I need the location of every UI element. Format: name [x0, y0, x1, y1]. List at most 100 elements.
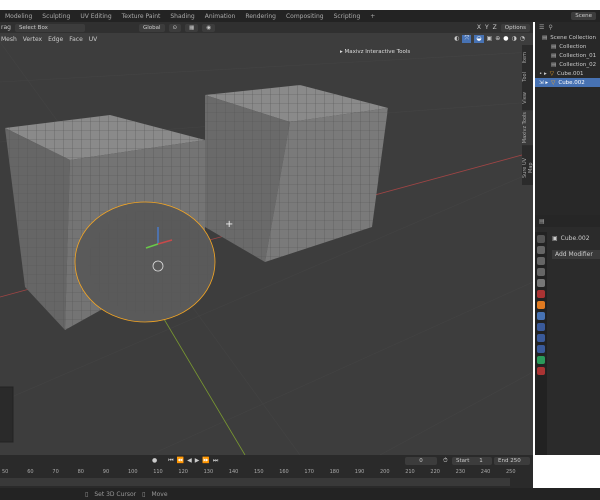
select-mode-dropdown[interactable]: Select Box	[14, 23, 85, 32]
outliner-item[interactable]: ▤ Collection_01	[535, 51, 600, 60]
gizmo-toggle-icon[interactable]: ⤧	[462, 35, 472, 43]
timeline[interactable]: ● ⏮ ⏪ ◀ ▶ ⏩ ⏭ 0 ⏱ Start 1 End 250 50 60 70…	[0, 455, 533, 488]
item-label: Scene Collection	[550, 34, 596, 41]
add-workspace-button[interactable]: +	[365, 13, 380, 20]
axis-z[interactable]: Z	[493, 24, 497, 31]
axis-y[interactable]: Y	[485, 24, 489, 31]
proportional-edit-icon[interactable]: ◉	[202, 23, 216, 32]
shading-solid-icon[interactable]: ●	[503, 35, 508, 43]
timeline-track[interactable]	[0, 478, 510, 486]
stopwatch-icon[interactable]: ⏱	[443, 457, 448, 465]
mouse-right-icon: ▯	[142, 490, 146, 498]
tab-sure-uv-map[interactable]: Sure UV Map	[522, 150, 534, 185]
tab-modeling[interactable]: Modeling	[0, 13, 37, 20]
object-name[interactable]: Cube.002	[561, 235, 590, 242]
tab-tool[interactable]: Tool	[522, 70, 533, 84]
record-icon[interactable]: ●	[152, 457, 157, 465]
object-icon: ▣	[552, 235, 558, 242]
tab-rendering[interactable]: Rendering	[240, 13, 281, 20]
material-tab-icon[interactable]	[537, 367, 545, 375]
view-object-types-icon[interactable]: ◐	[454, 35, 459, 43]
view-layer-tab-icon[interactable]	[537, 268, 545, 276]
boolean-hole	[74, 201, 216, 323]
tab-item[interactable]: Item	[522, 50, 533, 65]
modifier-tab-icon[interactable]	[537, 312, 545, 320]
play-reverse-icon[interactable]: ◀	[187, 457, 192, 465]
shading-rendered-icon[interactable]: ◔	[520, 35, 525, 43]
next-keyframe-icon[interactable]: ⏩	[202, 457, 209, 465]
tab-texture-paint[interactable]: Texture Paint	[117, 13, 166, 20]
scene-selector[interactable]: Scene	[571, 12, 596, 20]
frame-tick: 150	[254, 469, 264, 475]
frame-tick: 220	[430, 469, 440, 475]
jump-end-icon[interactable]: ⏭	[213, 457, 218, 465]
tab-shading[interactable]: Shading	[165, 13, 199, 20]
outliner-item-selected[interactable]: ⇲ ▸ ▽ Cube.002	[535, 78, 600, 87]
expand-icon[interactable]: ⇲ ▸	[539, 80, 548, 86]
frame-tick: 190	[354, 469, 365, 475]
axis-x[interactable]: X	[477, 24, 481, 31]
start-frame-field[interactable]: Start 1	[452, 457, 492, 465]
add-modifier-button[interactable]: Add Modifier	[552, 250, 600, 259]
snap-icon[interactable]: ▦	[185, 23, 199, 32]
frame-tick: 180	[329, 469, 340, 475]
item-label: Collection	[559, 43, 587, 50]
expand-icon[interactable]: • ▸	[539, 71, 547, 77]
tab-compositing[interactable]: Compositing	[281, 13, 329, 20]
3d-viewport[interactable]: +	[0, 22, 533, 455]
output-tab-icon[interactable]	[537, 257, 545, 265]
shading-wireframe-icon[interactable]: ⊕	[495, 35, 500, 43]
shading-material-icon[interactable]: ◑	[512, 35, 517, 43]
viewport-header: Mesh Vertex Edge Face UV ◐ ⤧ ◒ ▣ ⊕ ● ◑ ◔	[0, 33, 533, 45]
menu-mesh[interactable]: Mesh	[1, 36, 17, 43]
data-tab-icon[interactable]	[537, 356, 545, 364]
menu-vertex[interactable]: Vertex	[23, 36, 42, 43]
collection-icon: ▤	[542, 34, 548, 41]
tab-animation[interactable]: Animation	[200, 13, 241, 20]
pivot-icon[interactable]: ⊙	[168, 23, 182, 32]
3d-cursor-icon: +	[225, 219, 233, 230]
tab-scripting[interactable]: Scripting	[329, 13, 366, 20]
outliner-item[interactable]: ▤ Collection_02	[535, 60, 600, 69]
tool-tab-icon[interactable]	[537, 235, 545, 243]
scene-tab-icon[interactable]	[537, 279, 545, 287]
tab-uv-editing[interactable]: UV Editing	[75, 13, 116, 20]
constraints-tab-icon[interactable]	[537, 345, 545, 353]
addon-panel-header[interactable]: ▸ Maxivz Interactive Tools	[340, 49, 410, 55]
render-tab-icon[interactable]	[537, 246, 545, 254]
frame-tick: 160	[279, 469, 289, 475]
tab-view[interactable]: View	[522, 90, 533, 106]
overlay-toggle-icon[interactable]: ◒	[474, 35, 484, 43]
prev-keyframe-icon[interactable]: ⏪	[177, 457, 184, 465]
tab-maxivz-tools[interactable]: Maxivz Tools	[522, 110, 533, 146]
outliner-item[interactable]: • ▸ ▽ Cube.001	[535, 69, 600, 78]
object-tab-icon[interactable]	[537, 301, 545, 309]
play-icon[interactable]: ▶	[195, 457, 200, 465]
xray-icon[interactable]: ▣	[487, 35, 493, 43]
particles-tab-icon[interactable]	[537, 323, 545, 331]
filter-icon[interactable]: ⚲	[548, 24, 552, 31]
current-frame-field[interactable]: 0	[405, 457, 437, 465]
physics-tab-icon[interactable]	[537, 334, 545, 342]
display-mode-icon[interactable]: ☰	[539, 24, 544, 31]
options-dropdown[interactable]: Options	[500, 23, 530, 32]
orientation-dropdown[interactable]: Global	[138, 23, 165, 32]
tab-sculpting[interactable]: Sculpting	[37, 13, 75, 20]
menu-edge[interactable]: Edge	[48, 36, 63, 43]
frame-tick: 80	[77, 469, 84, 475]
object-name-row: ▣ Cube.002	[552, 235, 590, 242]
world-tab-icon[interactable]	[537, 290, 545, 298]
outliner-item[interactable]: ▤ Collection	[535, 42, 600, 51]
end-frame-field[interactable]: End 250	[494, 457, 530, 465]
menu-face[interactable]: Face	[69, 36, 83, 43]
sidebar-tabs: Item Tool View Maxivz Tools Sure UV Map	[522, 45, 534, 185]
menu-uv[interactable]: UV	[89, 36, 98, 43]
outliner: ☰ ⚲ ▤ Scene Collection ▤ Collection ▤ Collec…	[535, 22, 600, 215]
jump-start-icon[interactable]: ⏮	[168, 457, 173, 465]
status-set-cursor: Set 3D Cursor	[94, 490, 137, 498]
status-move: Move	[151, 490, 168, 498]
editor-type-icon[interactable]: ▤	[535, 215, 600, 227]
frame-tick: 60	[27, 469, 34, 475]
outliner-item[interactable]: ▤ Scene Collection	[535, 33, 600, 42]
status-bar: ▯ Set 3D Cursor ▯ Move	[0, 488, 600, 500]
